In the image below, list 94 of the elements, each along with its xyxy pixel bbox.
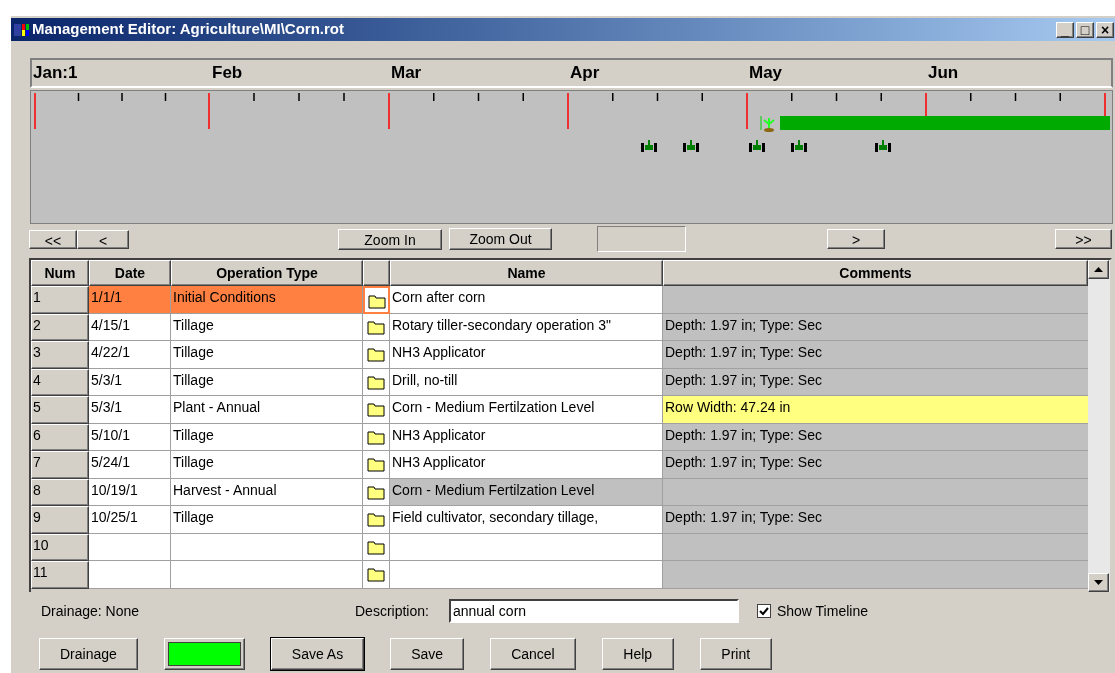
month-label: Jan:1 [32,63,78,83]
name-cell: NH3 Applicator [390,423,663,451]
row-number[interactable]: 11 [31,561,89,589]
row-number[interactable]: 3 [31,341,89,369]
column-header[interactable] [363,260,390,286]
previous-button[interactable]: < [77,229,129,249]
row-number[interactable]: 4 [31,368,89,396]
operation-cell: Harvest - Annual [171,478,363,506]
operation-cell: Plant - Annual [171,396,363,424]
column-header[interactable]: Operation Type [171,260,363,286]
dialog-button[interactable]: Help [601,638,674,670]
comment-cell: Depth: 1.97 in; Type: Sec [663,423,1088,451]
check-icon [758,606,769,616]
name-cell: Drill, no-till [390,368,663,396]
folder-icon[interactable] [367,566,385,582]
folder-icon[interactable] [367,511,385,527]
month-label: Feb [211,63,243,83]
vertical-scrollbar[interactable] [1088,260,1110,592]
comment-cell: Depth: 1.97 in; Type: Sec [663,313,1088,341]
folder-icon[interactable] [367,373,385,390]
date-cell: 5/3/1 [89,396,171,424]
name-cell: NH3 Applicator [390,341,663,369]
folder-icon[interactable] [367,456,385,472]
operation-cell: Tillage [171,423,363,451]
next-button[interactable]: > [827,229,885,249]
folder-icon[interactable] [367,538,385,555]
row-number[interactable]: 2 [31,313,89,341]
show-timeline-label: Show Timeline [776,601,868,621]
dialog-button[interactable]: Save As [270,638,365,670]
last-button[interactable]: >> [1055,229,1112,249]
folder-icon[interactable] [367,483,385,500]
up-arrow-icon[interactable] [1094,267,1103,272]
close-button[interactable]: × [1096,21,1114,38]
show-timeline-checkbox[interactable] [756,604,771,618]
operation-cell: Tillage [171,313,363,341]
operation-cell: Initial Conditions [171,286,363,314]
row-number[interactable]: 1 [31,286,89,314]
date-cell: 4/15/1 [89,313,171,341]
first-button[interactable]: << [29,229,77,249]
folder-icon[interactable] [367,401,385,417]
comment-cell: Row Width: 47.24 in [663,396,1088,424]
operation-cell: Tillage [171,451,363,479]
comment-cell: Depth: 1.97 in; Type: Sec [663,368,1088,396]
comment-cell: Depth: 1.97 in; Type: Sec [663,506,1088,534]
zoom-out-button[interactable]: Zoom Out [449,228,552,250]
row-number[interactable]: 10 [31,533,89,561]
maximize-button[interactable]: □ [1076,21,1094,38]
description-label: Description: [355,601,429,621]
date-cell: 5/24/1 [89,451,171,479]
folder-icon[interactable] [367,318,385,335]
comment-cell: Depth: 1.97 in; Type: Sec [663,341,1088,369]
row-number[interactable]: 7 [31,451,89,479]
name-cell: Corn - Medium Fertilzation Level [390,396,663,424]
drainage-status: Drainage: None [41,601,141,621]
app-icon [14,22,30,37]
name-cell: Rotary tiller-secondary operation 3" [390,313,663,341]
column-header[interactable]: Date [89,260,171,286]
date-cell: 1/1/1 [89,286,171,314]
operation-cell: Tillage [171,341,363,369]
column-header[interactable]: Comments [663,260,1088,286]
month-label: May [748,63,783,83]
comment-cell: Depth: 1.97 in; Type: Sec [663,451,1088,479]
operation-cell: Tillage [171,506,363,534]
window-title: Management Editor: Agriculture\MI\Corn.rot [32,19,344,40]
row-number[interactable]: 9 [31,506,89,534]
name-cell: Corn - Medium Fertilzation Level [390,478,663,506]
date-cell: 10/25/1 [89,506,171,534]
month-label: Apr [569,63,600,83]
dialog-button[interactable]: Save [390,638,465,670]
description-field[interactable]: annual corn [448,599,739,623]
month-label: Mar [390,63,422,83]
name-cell: Field cultivator, secondary tillage, [390,506,663,534]
column-header[interactable]: Name [390,260,663,286]
date-cell: 5/3/1 [89,368,171,396]
zoom-in-button[interactable]: Zoom In [338,228,442,250]
row-number[interactable]: 5 [31,396,89,424]
date-cell: 4/22/1 [89,341,171,369]
down-arrow-icon[interactable] [1094,580,1103,585]
folder-icon[interactable] [367,428,385,445]
dialog-button[interactable]: Print [699,638,772,670]
row-number[interactable]: 8 [31,478,89,506]
minimize-button[interactable]: _ [1056,21,1074,38]
month-label: Jun [927,63,959,83]
name-cell: Corn after corn [390,286,663,314]
folder-icon[interactable] [367,346,385,362]
date-cell: 10/19/1 [89,478,171,506]
row-number[interactable]: 6 [31,423,89,451]
operation-cell: Tillage [171,368,363,396]
column-header[interactable]: Num [31,260,89,286]
dialog-button[interactable]: Cancel [490,638,576,670]
date-cell: 5/10/1 [89,423,171,451]
folder-icon[interactable] [367,293,386,309]
dialog-button[interactable]: Drainage [39,638,138,670]
name-cell: NH3 Applicator [390,451,663,479]
